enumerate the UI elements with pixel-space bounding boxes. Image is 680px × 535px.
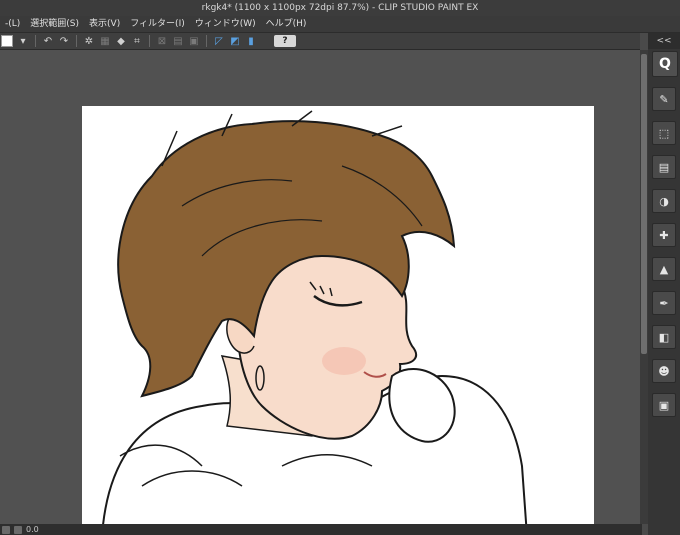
status-icon[interactable] — [14, 525, 22, 534]
clipboard-icon[interactable]: ▣ — [652, 393, 676, 417]
menu-bar: -(L) 選択範囲(S) 表示(V) フィルター(I) ウィンドウ(W) ヘルプ… — [0, 16, 680, 33]
menu-view[interactable]: 表示(V) — [84, 16, 125, 32]
pen-icon[interactable]: ✒ — [652, 291, 676, 315]
menu-filter[interactable]: フィルター(I) — [125, 16, 190, 32]
search-icon[interactable]: Q — [652, 51, 678, 77]
crop-icon[interactable]: ⌗ — [130, 34, 144, 48]
stabilizer-icon[interactable]: ▮ — [244, 34, 258, 48]
perspective-icon[interactable]: ▣ — [187, 34, 201, 48]
dropdown-arrow-icon[interactable]: ▾ — [16, 34, 30, 48]
brush-icon[interactable]: ✎ — [652, 87, 676, 111]
status-bar: 0.0 — [0, 524, 642, 535]
separator — [76, 35, 77, 47]
image-icon[interactable]: ▲ — [652, 257, 676, 281]
pen-pressure-icon[interactable]: ◸ — [212, 34, 226, 48]
navigator-icon[interactable]: ✚ — [652, 223, 676, 247]
palette-icon[interactable]: ◑ — [652, 189, 676, 213]
grid-icon[interactable]: ▤ — [171, 34, 185, 48]
menu-help[interactable]: ヘルプ(H) — [261, 16, 312, 32]
scrollbar-thumb[interactable] — [641, 54, 647, 354]
separator — [35, 35, 36, 47]
separator — [206, 35, 207, 47]
color-swatch-icon[interactable] — [0, 34, 14, 48]
layer-icon[interactable]: ▤ — [652, 155, 676, 179]
right-dock: << Q ✎ ⬚ ▤ ◑ ✚ ▲ ✒ ◧ ☻ ▣ — [648, 33, 680, 535]
redo-icon[interactable]: ↷ — [57, 34, 71, 48]
zoom-readout: 0.0 — [26, 525, 39, 534]
ruler-icon[interactable]: ⊠ — [155, 34, 169, 48]
cheek-blush — [322, 347, 366, 375]
menu-window[interactable]: ウィンドウ(W) — [190, 16, 261, 32]
help-button[interactable]: ? — [274, 35, 296, 47]
drawing-canvas[interactable] — [82, 106, 594, 524]
fill-icon[interactable]: ◆ — [114, 34, 128, 48]
menu-layer[interactable]: -(L) — [0, 16, 25, 32]
dock-icon-column: Q ✎ ⬚ ▤ ◑ ✚ ▲ ✒ ◧ ☻ ▣ — [652, 51, 678, 427]
transform-icon[interactable]: ▦ — [98, 34, 112, 48]
snap-icon[interactable]: ✲ — [82, 34, 96, 48]
status-icon[interactable] — [2, 525, 10, 534]
undo-icon[interactable]: ↶ — [41, 34, 55, 48]
symmetry-icon[interactable]: ◩ — [228, 34, 242, 48]
command-bar: ▾ ↶ ↷ ✲ ▦ ◆ ⌗ ⊠ ▤ ▣ ◸ ◩ ▮ ? — [0, 33, 640, 50]
dock-collapse-button[interactable]: << — [648, 33, 680, 49]
canvas-workspace[interactable] — [0, 50, 640, 524]
menu-selection[interactable]: 選択範囲(S) — [25, 16, 84, 32]
select-icon[interactable]: ⬚ — [652, 121, 676, 145]
separator — [149, 35, 150, 47]
window-title: rkgk4* (1100 x 1100px 72dpi 87.7%) - CLI… — [0, 0, 680, 16]
artwork-illustration — [102, 110, 528, 524]
material-icon[interactable]: ◧ — [652, 325, 676, 349]
vertical-scrollbar[interactable] — [640, 50, 648, 524]
user-icon[interactable]: ☻ — [652, 359, 676, 383]
